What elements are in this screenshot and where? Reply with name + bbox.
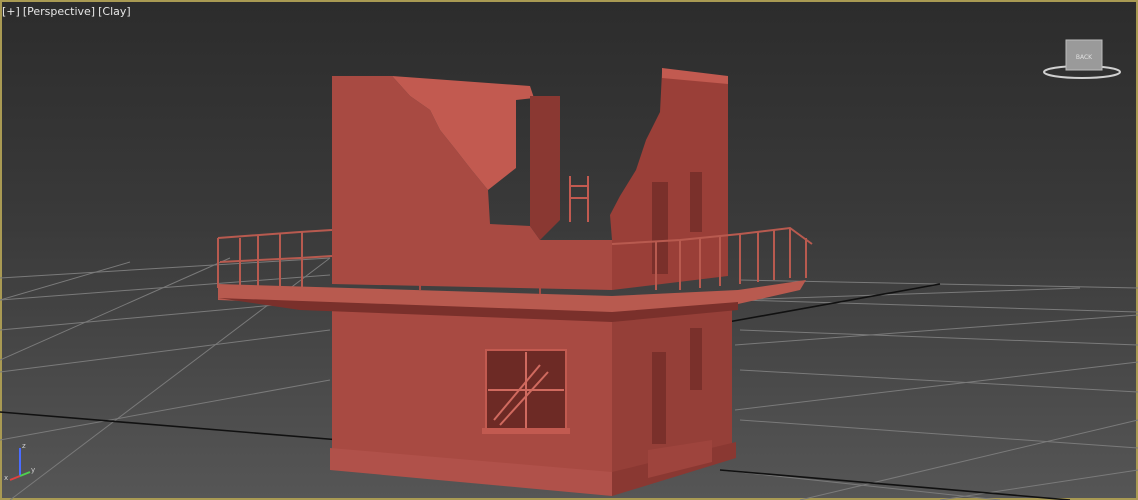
scene-canvas[interactable] [0, 0, 1138, 500]
upper-right-wall [610, 72, 728, 290]
ruined-building-model[interactable] [217, 68, 813, 496]
upper-window [690, 172, 702, 232]
viewport-shading-menu[interactable]: [Clay] [98, 5, 131, 18]
side-door [652, 352, 666, 444]
side-window [690, 328, 702, 390]
balcony-railing-left [217, 229, 333, 290]
y-axis-label: y [31, 466, 35, 474]
perspective-viewport[interactable]: [+] [Perspective] [Clay] BACK z x y [0, 0, 1138, 500]
upper-back-wall [530, 96, 560, 240]
window-sill [482, 428, 570, 434]
z-axis-label: z [22, 442, 26, 450]
viewcube-face-label: BACK [1076, 54, 1093, 61]
axis-tripod: z x y [4, 442, 35, 482]
x-axis-label: x [4, 474, 8, 482]
upper-door [652, 182, 668, 274]
viewcube[interactable]: BACK [1042, 38, 1122, 82]
roof-ladder [569, 176, 589, 222]
viewport-general-menu[interactable]: [+] [2, 5, 20, 18]
viewport-label-menu: [+] [Perspective] [Clay] [2, 5, 131, 18]
viewport-point-of-view-menu[interactable]: [Perspective] [23, 5, 95, 18]
